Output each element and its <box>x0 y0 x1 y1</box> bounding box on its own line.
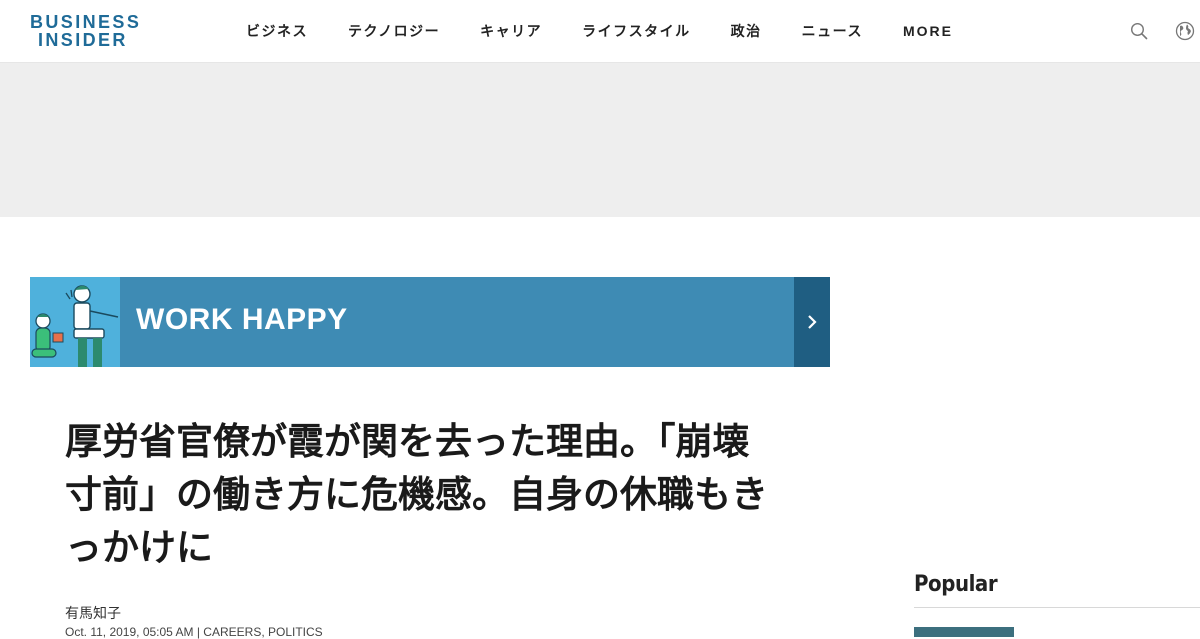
search-icon[interactable] <box>1130 22 1148 40</box>
nav-item-more[interactable]: MORE <box>883 23 973 39</box>
nav-item-business[interactable]: ビジネス <box>226 21 328 41</box>
work-happy-illustration <box>30 277 120 367</box>
work-happy-banner[interactable]: WORK HAPPY <box>30 277 830 367</box>
nav-item-lifestyle[interactable]: ライフスタイル <box>562 21 711 41</box>
article-headline: 厚労省官僚が霞が関を去った理由。「崩壊寸前」の働き方に危機感。自身の休職もきっか… <box>65 420 768 569</box>
banner-title: WORK HAPPY <box>136 303 348 336</box>
logo-line-1: BUSINESS <box>30 12 142 32</box>
popular-heading: Popular <box>914 572 998 597</box>
chevron-right-icon[interactable] <box>794 277 830 367</box>
article-meta: Oct. 11, 2019, 05:05 AM | CAREERS, POLIT… <box>65 625 323 639</box>
nav-item-technology[interactable]: テクノロジー <box>328 21 460 41</box>
nav-item-career[interactable]: キャリア <box>460 21 562 41</box>
ad-banner-area <box>0 63 1200 217</box>
popular-divider <box>914 607 1200 608</box>
site-header: BUSINESS INSIDER ビジネス テクノロジー キャリア ライフスタイ… <box>0 0 1200 63</box>
popular-thumbnail[interactable] <box>914 627 1014 637</box>
nav-item-news[interactable]: ニュース <box>782 21 883 41</box>
logo-line-2: INSIDER <box>38 30 128 50</box>
article-author[interactable]: 有馬知子 <box>65 603 121 623</box>
nav-item-politics[interactable]: 政治 <box>711 21 782 41</box>
business-insider-logo[interactable]: BUSINESS INSIDER <box>30 13 141 49</box>
main-nav: ビジネス テクノロジー キャリア ライフスタイル 政治 ニュース MORE <box>226 0 973 62</box>
globe-icon[interactable] <box>1175 21 1195 41</box>
